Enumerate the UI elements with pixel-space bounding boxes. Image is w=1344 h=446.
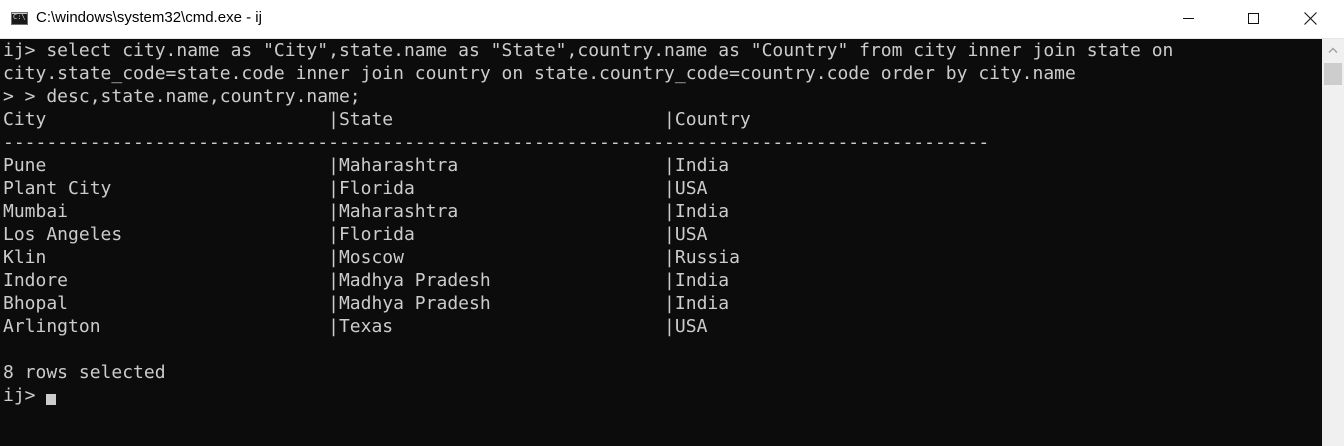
cmd-icon[interactable]: C:\ bbox=[11, 12, 28, 25]
result-row: Mumbai |Maharashtra |India bbox=[3, 201, 730, 222]
rows-selected-status: 8 rows selected bbox=[3, 362, 166, 383]
minimize-icon bbox=[1183, 18, 1194, 19]
result-row: Plant City |Florida |USA bbox=[3, 178, 708, 199]
window-title: C:\windows\system32\cmd.exe - ij bbox=[36, 9, 262, 26]
result-header-row: City |State |Country bbox=[3, 109, 751, 130]
title-bar[interactable]: C:\ C:\windows\system32\cmd.exe - ij bbox=[0, 0, 1344, 39]
result-row: Bhopal |Madhya Pradesh |India bbox=[3, 293, 730, 314]
result-row: Klin |Moscow |Russia bbox=[3, 247, 740, 268]
vertical-scrollbar[interactable] bbox=[1322, 39, 1344, 446]
result-row: Los Angeles |Florida |USA bbox=[3, 224, 708, 245]
close-button[interactable] bbox=[1288, 0, 1334, 38]
sql-query-line-3: > > desc,state.name,country.name; bbox=[3, 86, 361, 107]
scroll-up-button[interactable] bbox=[1322, 39, 1344, 61]
console-output[interactable]: ij> select city.name as "City",state.nam… bbox=[0, 39, 1322, 446]
sql-query-line-2: city.state_code=state.code inner join co… bbox=[3, 63, 1076, 84]
cmd-window: C:\ C:\windows\system32\cmd.exe - ij ij>… bbox=[0, 0, 1344, 446]
result-row: Arlington |Texas |USA bbox=[3, 316, 708, 337]
scroll-thumb[interactable] bbox=[1324, 63, 1342, 85]
maximize-icon bbox=[1248, 13, 1259, 24]
result-row: Indore |Madhya Pradesh |India bbox=[3, 270, 730, 291]
result-row: Pune |Maharashtra |India bbox=[3, 155, 730, 176]
result-separator: ----------------------------------------… bbox=[3, 132, 990, 153]
close-icon bbox=[1304, 12, 1317, 25]
minimize-button[interactable] bbox=[1166, 0, 1212, 38]
text-cursor bbox=[46, 394, 56, 405]
scroll-up-arrow-icon bbox=[1328, 47, 1338, 53]
ij-prompt[interactable]: ij> bbox=[3, 384, 46, 407]
sql-query-line-1: ij> select city.name as "City",state.nam… bbox=[3, 40, 1174, 61]
maximize-button[interactable] bbox=[1231, 0, 1277, 38]
